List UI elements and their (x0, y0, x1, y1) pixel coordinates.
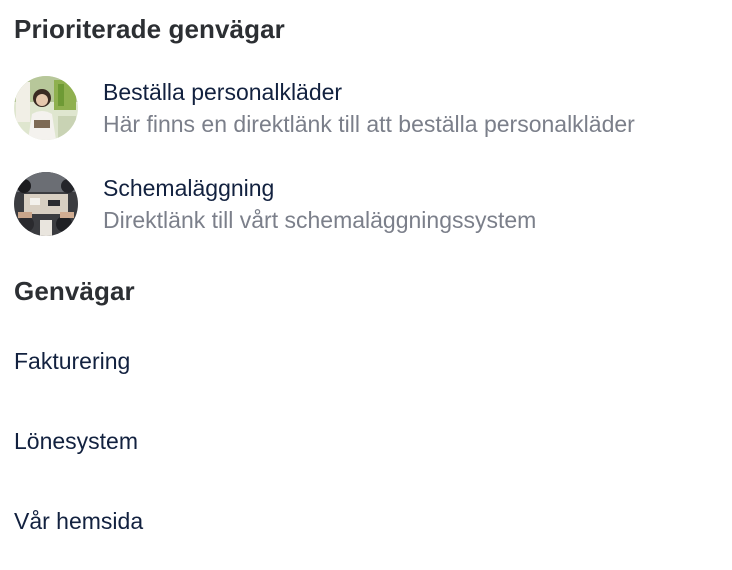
shortcut-title[interactable]: Schemaläggning (103, 173, 536, 203)
prioritized-shortcut-scheduling[interactable]: Schemaläggning Direktlänk till vårt sche… (14, 171, 714, 237)
shortcuts-page: Prioriterade genvägar Beställa personalk… (0, 0, 732, 570)
shortcut-title[interactable]: Beställa personalkläder (103, 77, 635, 107)
shortcut-description: Direktlänk till vårt schemaläggningssyst… (103, 207, 537, 233)
shortcuts-heading: Genvägar (14, 276, 135, 306)
shortcut-link-payroll[interactable]: Lönesystem (14, 426, 138, 456)
clothing-store-thumbnail (14, 76, 78, 140)
prioritized-shortcuts-heading: Prioriterade genvägar (14, 14, 285, 44)
prioritized-shortcut-staff-clothing[interactable]: Beställa personalkläder Här finns en dir… (14, 75, 714, 141)
shortcut-link-website[interactable]: Vår hemsida (14, 506, 143, 536)
team-meeting-thumbnail (14, 172, 78, 236)
shortcut-description: Här finns en direktlänk till att beställ… (103, 111, 635, 137)
shortcut-link-invoicing[interactable]: Fakturering (14, 346, 130, 376)
